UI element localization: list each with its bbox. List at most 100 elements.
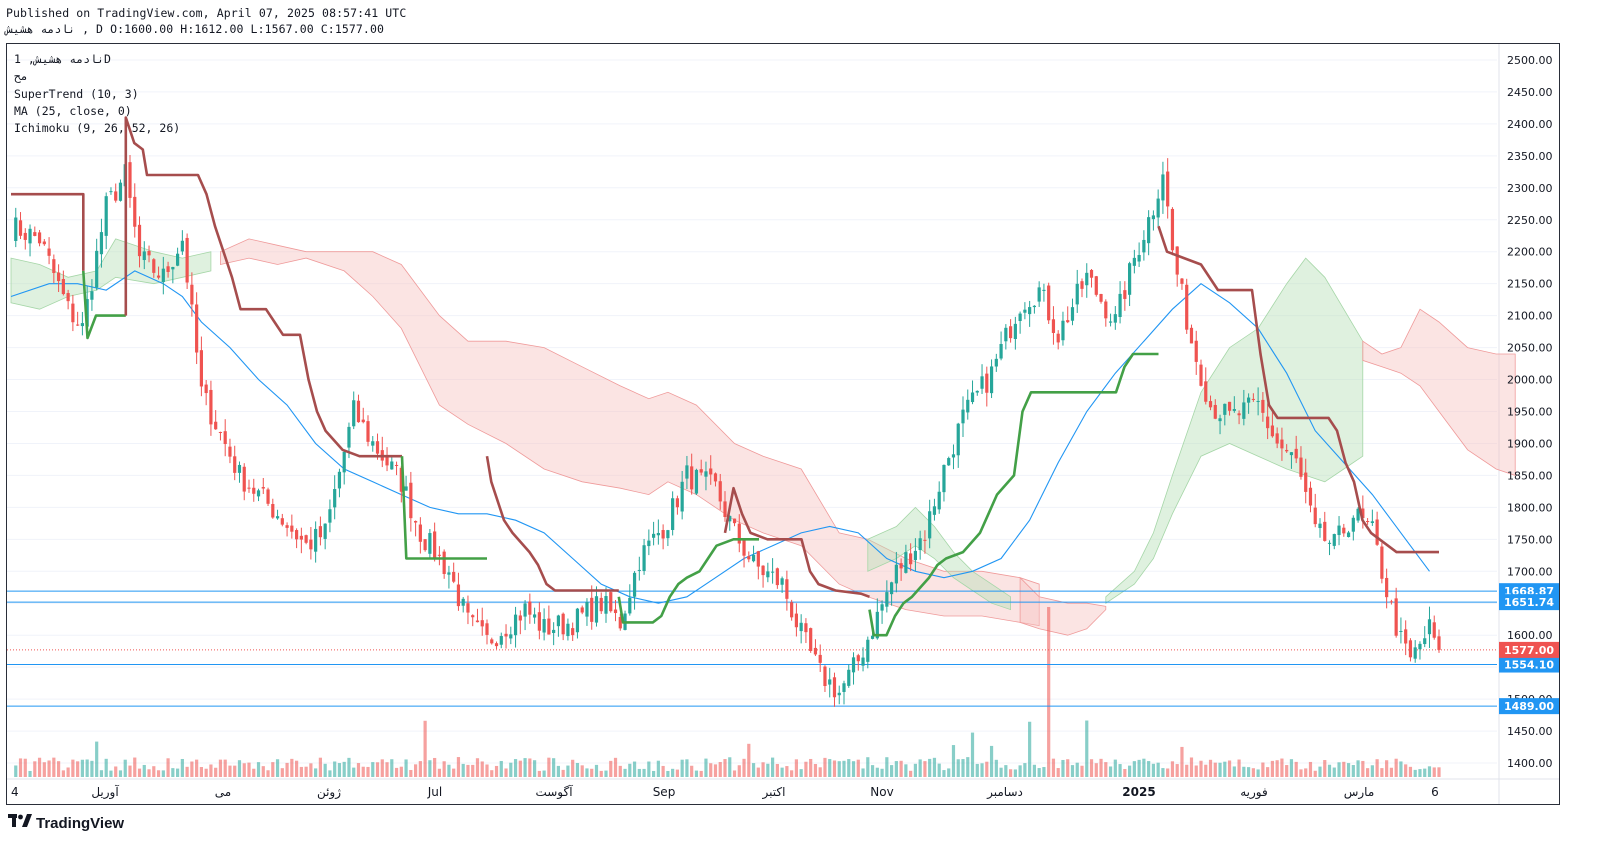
- volume-bar: [771, 757, 775, 777]
- volume-bar: [742, 758, 746, 777]
- candle-body: [1056, 333, 1060, 343]
- legend-ichimoku[interactable]: Ichimoku (9, 26, 52, 26): [14, 121, 180, 135]
- supertrend-up-line: [617, 537, 759, 624]
- candle-body: [290, 525, 294, 532]
- candle-body: [813, 647, 818, 655]
- volume-bar: [490, 770, 494, 777]
- volume-bar: [799, 769, 803, 777]
- volume-bar: [52, 757, 56, 777]
- candle-body: [675, 498, 679, 508]
- candle-body: [628, 597, 632, 614]
- candle-body: [142, 251, 146, 261]
- volume-bar: [1009, 769, 1013, 777]
- volume-bar: [533, 760, 537, 777]
- volume-bar: [1237, 759, 1241, 777]
- volume-bar: [290, 758, 294, 777]
- candle-body: [1075, 283, 1079, 305]
- candle-body: [1018, 313, 1022, 322]
- candle-body: [1385, 577, 1389, 598]
- candle-body: [899, 563, 903, 569]
- volume-bar: [1094, 763, 1098, 777]
- candle-body: [14, 217, 18, 241]
- candle-body: [1323, 521, 1327, 541]
- chart-canvas[interactable]: 2500.00 2450.00 2400.00 2350.00 2300.00 2250.…: [7, 44, 1559, 804]
- volume-bar: [870, 765, 875, 777]
- candle-body: [1318, 523, 1322, 529]
- volume-bar: [556, 765, 560, 777]
- legend-supertrend[interactable]: SuperTrend (10, 3): [14, 87, 139, 101]
- volume-bar: [1394, 758, 1398, 777]
- candle-body: [1342, 527, 1346, 534]
- volume-bar: [1285, 765, 1289, 777]
- candle-body: [204, 384, 208, 394]
- volume-bar: [1261, 762, 1265, 777]
- candle-body: [271, 504, 275, 518]
- volume-bar: [499, 760, 503, 777]
- candle-body: [385, 456, 389, 466]
- volume-bar: [766, 763, 770, 777]
- candle-body: [661, 530, 665, 539]
- volume-bar: [1166, 768, 1170, 777]
- volume-bar: [247, 762, 251, 777]
- candle-body: [1413, 647, 1417, 659]
- candle-body: [1375, 519, 1379, 545]
- candle-body: [1061, 320, 1065, 341]
- candle-body: [1294, 448, 1298, 459]
- candle-body: [552, 629, 556, 634]
- volume-bar: [1289, 759, 1294, 777]
- chart-frame[interactable]: 2500.00 2450.00 2400.00 2350.00 2300.00 2250.…: [6, 43, 1560, 805]
- volume-bar: [1432, 767, 1436, 777]
- volume-bar: [18, 758, 23, 777]
- volume-bars: [14, 607, 1441, 777]
- volume-bar: [1266, 767, 1270, 777]
- volume-bar: [661, 765, 665, 777]
- volume-bar: [352, 767, 356, 777]
- candle-body: [1285, 449, 1289, 452]
- volume-bar: [180, 758, 184, 777]
- candle-body: [433, 531, 437, 560]
- candle-body: [575, 608, 580, 633]
- candle-body: [851, 657, 856, 673]
- candle-body: [166, 266, 170, 272]
- candle-body: [356, 400, 361, 423]
- volume-bar: [561, 769, 565, 777]
- volume-bar: [1042, 767, 1046, 777]
- x-tick-label: Sep: [653, 785, 676, 799]
- candle-body: [866, 639, 870, 662]
- brand[interactable]: TradingView: [8, 814, 124, 832]
- volume-bar: [356, 763, 361, 777]
- candle-body: [652, 533, 656, 538]
- volume-bar: [223, 759, 227, 777]
- candle-body: [452, 571, 456, 582]
- legend-ma[interactable]: MA (25, close, 0): [14, 104, 132, 118]
- candle-body: [775, 568, 779, 586]
- volume-bar: [37, 757, 42, 777]
- volume-bar: [509, 762, 513, 777]
- volume-bar: [109, 770, 113, 777]
- volume-bar: [1047, 607, 1051, 777]
- y-tick-label: 2350.00: [1507, 150, 1553, 163]
- candle-body: [599, 597, 603, 612]
- candle-body: [1023, 309, 1027, 313]
- candle-body: [480, 620, 484, 627]
- volume-bar: [1170, 761, 1175, 777]
- candle-body: [947, 458, 951, 466]
- x-tick-label: 4: [11, 785, 19, 799]
- candle-body: [894, 564, 898, 584]
- volume-bar: [366, 766, 370, 777]
- volume-bar: [1423, 768, 1427, 777]
- candle-body: [799, 622, 803, 632]
- candle-body: [537, 612, 541, 631]
- volume-bar: [1437, 767, 1441, 777]
- candle-body: [542, 619, 546, 633]
- volume-bar: [1104, 762, 1108, 777]
- x-tick-label: Nov: [870, 785, 893, 799]
- candle-body: [685, 465, 689, 479]
- volume-bar: [333, 761, 337, 777]
- volume-bar: [590, 768, 594, 777]
- volume-bar: [33, 761, 37, 777]
- volume-bar: [423, 720, 427, 777]
- x-tick-label: دسامبر: [986, 785, 1023, 800]
- volume-bar: [161, 770, 165, 777]
- candle-body: [18, 220, 23, 236]
